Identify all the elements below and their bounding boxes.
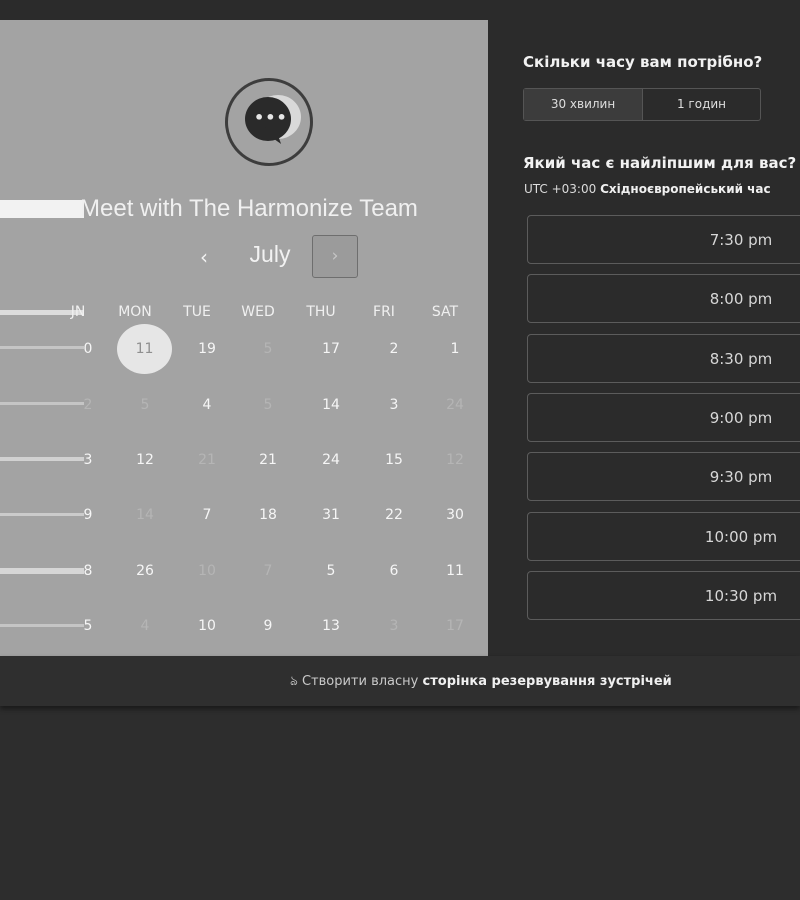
footer-bar: ঌ Створити власну сторінка резервування … <box>0 656 800 706</box>
day-header: TUE <box>183 304 211 320</box>
calendar-day[interactable]: 21 <box>248 452 288 468</box>
footer-prefix: Створити власну <box>301 674 419 689</box>
timezone-label[interactable]: UTC +03:00 Східноєвропейський час <box>524 182 771 196</box>
day-header: FRI <box>373 304 395 320</box>
day-header: JN <box>70 304 86 320</box>
calendar-day[interactable]: 24 <box>311 452 351 468</box>
calendar-day: 24 <box>446 397 464 413</box>
calendar-day[interactable]: 5 <box>311 563 351 579</box>
calendar-day[interactable]: 4 <box>187 397 227 413</box>
calendar-day[interactable]: 3 <box>374 397 414 413</box>
calendar-day: 5 <box>263 397 273 413</box>
time-slot-button[interactable]: 8:30 pm <box>527 333 800 383</box>
calendar-day[interactable]: 19 <box>187 341 227 357</box>
page-title: Meet with The Harmonize Team <box>80 195 418 222</box>
time-slot-label: 9:00 pm <box>709 408 773 427</box>
calendar-day[interactable]: 5 <box>68 618 108 634</box>
time-slot-button[interactable]: 8:00 pm <box>527 274 800 324</box>
calendar-day[interactable]: 12 <box>125 452 165 468</box>
calendar-day[interactable]: 18 <box>248 507 288 523</box>
calendar-day[interactable]: 15 <box>374 452 414 468</box>
time-slot-label: 10:00 pm <box>704 527 778 546</box>
time-slot-button[interactable]: 10:30 pm <box>527 570 800 620</box>
calendar-day[interactable]: 1 <box>435 341 475 357</box>
calendar-day: 21 <box>198 452 216 468</box>
day-header: WED <box>241 304 275 320</box>
calendar-day[interactable]: 3 <box>68 452 108 468</box>
next-month-button[interactable]: › <box>312 235 358 278</box>
calendar-day[interactable]: 22 <box>374 507 414 523</box>
selected-day[interactable]: 11 <box>117 324 172 374</box>
calendar-day[interactable]: 26 <box>125 563 165 579</box>
calendar-day[interactable]: 6 <box>374 563 414 579</box>
calendar-day: 12 <box>446 452 464 468</box>
time-slot-button[interactable]: 10:00 pm <box>527 511 800 561</box>
calendar-day[interactable]: 31 <box>311 507 351 523</box>
calendar-day[interactable]: 14 <box>311 397 351 413</box>
timezone-name: Східноєвропейський час <box>600 182 771 196</box>
top-bar <box>0 0 800 21</box>
calendar-day[interactable]: 11 <box>435 563 475 579</box>
calendar-day[interactable]: 10 <box>187 618 227 634</box>
duration-selector: 30 хвилин 1 годин <box>523 88 761 121</box>
title-decoration <box>0 200 84 218</box>
time-slot-label: 10:30 pm <box>704 586 778 605</box>
calendar-day[interactable]: 17 <box>311 341 351 357</box>
footer-link[interactable]: сторінка резервування зустрічей <box>423 674 672 689</box>
calendar-day: 4 <box>140 618 150 634</box>
calendar-day: 10 <box>198 563 216 579</box>
calendar-day: 2 <box>83 397 93 413</box>
booking-panel: Скільки часу вам потрібно? 30 хвилин 1 г… <box>488 20 800 656</box>
time-slot-label: 8:30 pm <box>709 349 773 368</box>
month-label: July <box>249 241 291 267</box>
time-heading: Який час є найліпшим для вас? <box>523 154 797 172</box>
calendar-day: 14 <box>136 507 154 523</box>
calendar-day[interactable]: 9 <box>248 618 288 634</box>
calendar-day[interactable]: 8 <box>68 563 108 579</box>
calendar-day[interactable]: 9 <box>68 507 108 523</box>
hubspot-icon: ঌ <box>290 674 298 689</box>
calendar-day[interactable]: 7 <box>187 507 227 523</box>
time-slot-label: 7:30 pm <box>709 231 773 249</box>
chat-logo-icon: ••• <box>225 78 313 166</box>
time-slot-button[interactable]: 9:30 pm <box>527 452 800 502</box>
calendar-day: 7 <box>263 563 273 579</box>
calendar-day: 5 <box>263 341 273 357</box>
time-slot-button[interactable]: 7:30 pm <box>527 215 800 264</box>
calendar-panel: ••• Meet with The Harmonize Team ‹ July … <box>0 20 488 656</box>
calendar-day[interactable]: 0 <box>68 341 108 357</box>
time-slot-button[interactable]: 9:00 pm <box>527 392 800 442</box>
duration-60-button[interactable]: 1 годин <box>643 89 760 120</box>
calendar-day[interactable]: 2 <box>374 341 414 357</box>
day-header: THU <box>306 304 336 320</box>
prev-month-button[interactable]: ‹ <box>195 244 213 270</box>
calendar-day: 3 <box>389 618 399 634</box>
duration-30-button[interactable]: 30 хвилин <box>524 89 643 120</box>
calendar-day: 17 <box>446 618 464 634</box>
calendar-day: 5 <box>140 397 150 413</box>
time-slot-label: 8:00 pm <box>709 290 773 309</box>
calendar-day[interactable]: 30 <box>435 507 475 523</box>
footer-promo: ঌ Створити власну сторінка резервування … <box>290 672 672 693</box>
time-slot-label: 9:30 pm <box>709 468 773 487</box>
day-header: MON <box>118 304 152 320</box>
duration-heading: Скільки часу вам потрібно? <box>523 53 763 71</box>
day-header: SAT <box>431 304 459 320</box>
timezone-offset: UTC +03:00 <box>524 182 597 196</box>
calendar-day[interactable]: 13 <box>311 618 351 634</box>
